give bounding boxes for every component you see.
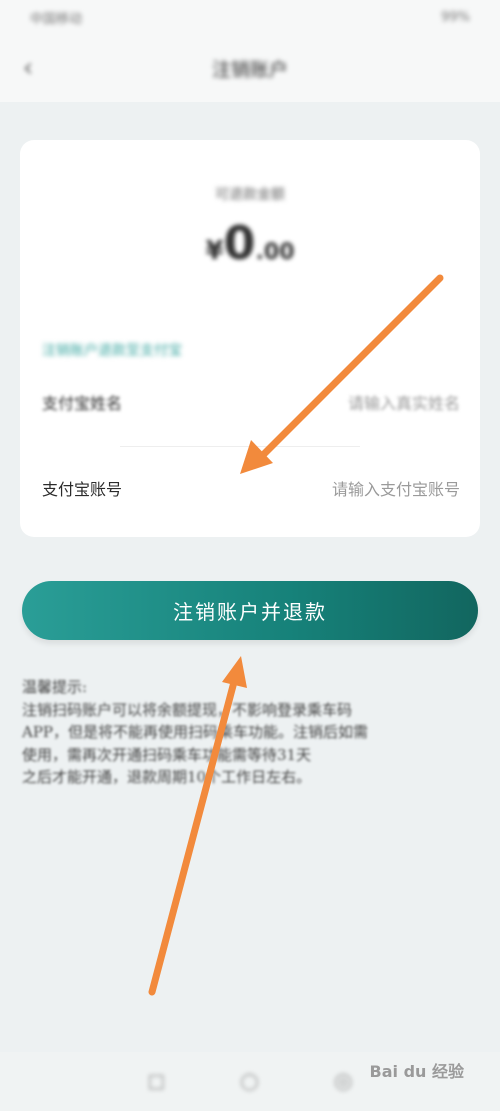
tips-block: 温馨提示: 注销扫码账户可以将余额提现，不影响登录乘车码 APP，但是将不能再使… [22,676,468,789]
carrier-text: 中国移动 [30,11,83,27]
cancel-account-refund-button[interactable]: 注销账户并退款 [22,581,478,640]
battery-text: 99% [441,9,470,25]
watermark: Bai du 经验 [369,1062,464,1081]
account-field-row[interactable]: 支付宝账号 请输入支付宝账号 [42,468,460,508]
profile-icon[interactable]: ◎ [334,1069,353,1094]
tips-line: 使用，需再次开通扫码乘车功能需等待31天 [22,745,312,764]
refund-card: 可退款金额 ¥0.00 注销账户退款至支付宝 支付宝姓名 请输入真实姓名 支付宝… [20,140,480,537]
tips-title: 温馨提示: [22,678,88,696]
name-label: 支付宝姓名 [42,394,123,413]
tips-line: 之后才能开通，退款周期10个工作日左右。 [22,768,312,786]
currency-symbol: ¥ [205,236,224,266]
chevron-left-icon[interactable]: ‹ [14,53,42,83]
account-input[interactable]: 请输入支付宝账号 [332,476,460,500]
page-title: 注销账户 [211,58,288,81]
amount-integer: 0 [223,216,256,270]
tips-line: 注销扫码账户可以将余额提现，不影响登录乘车码 [22,700,353,719]
name-field-row[interactable]: 支付宝姓名 请输入真实姓名 [42,382,460,422]
amount-decimals: .00 [255,240,295,265]
tips-line: APP，但是将不能再使用扫码乘车功能。注销后如需 [22,723,369,741]
divider [120,446,360,447]
card-icon[interactable]: ○ [240,1069,259,1094]
nav-bar: ‹ 注销账户 [0,34,500,102]
balance-amount: ¥0.00 [20,216,480,270]
status-bar: 中国移动 99% [0,0,500,34]
balance-caption: 可退款金额 [215,187,285,203]
refund-hint: 注销账户退款至支付宝 [42,343,182,359]
home-icon[interactable]: ◻ [147,1069,165,1094]
name-input[interactable]: 请输入真实姓名 [348,390,460,414]
account-label: 支付宝账号 [42,480,123,499]
